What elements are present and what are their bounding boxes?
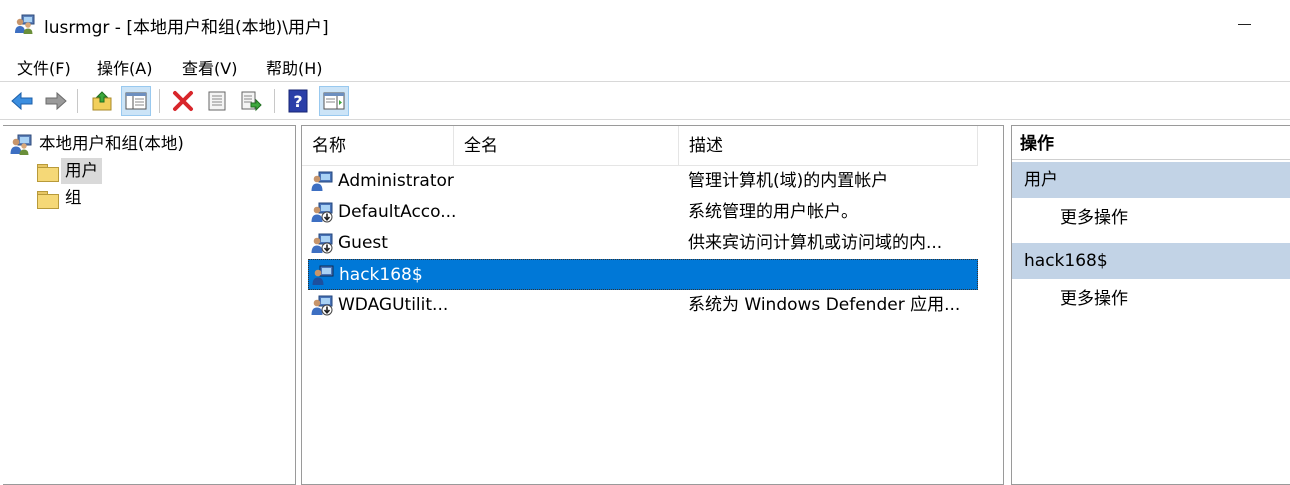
folder-icon [37, 189, 59, 209]
delete-icon [173, 91, 193, 111]
delete-button[interactable] [168, 86, 198, 116]
column-name[interactable]: 名称 [302, 126, 454, 166]
user-description: 系统管理的用户帐户。 [688, 202, 858, 222]
menu-help[interactable]: 帮助(H) [262, 55, 327, 79]
menu-view[interactable]: 查看(V) [178, 55, 241, 79]
show-hide-action-pane-button[interactable] [319, 86, 349, 116]
tree-root[interactable]: 本地用户和组(本地) [9, 131, 188, 157]
disabled-user-icon [311, 233, 333, 254]
table-row[interactable]: Administrator 管理计算机(域)的内置帐户 [308, 166, 978, 197]
forward-button[interactable] [41, 86, 71, 116]
user-name: WDAGUtilit... [338, 295, 449, 315]
tree-item-users[interactable]: 用户 [37, 158, 102, 184]
user-description: 系统为 Windows Defender 应用... [688, 295, 961, 315]
back-arrow-icon [11, 91, 33, 111]
user-description: 管理计算机(域)的内置帐户 [688, 171, 889, 191]
user-name: DefaultAcco... [338, 202, 457, 222]
export-list-icon [241, 91, 262, 112]
user-name: Administrator [338, 171, 454, 191]
forward-arrow-icon [45, 91, 67, 111]
export-list-button[interactable] [236, 86, 266, 116]
toolbar-divider [274, 89, 275, 113]
tree-item-label: 用户 [61, 158, 102, 184]
title-bar: lusrmgr - [本地用户和组(本地)\用户] [0, 0, 1290, 50]
toolbar: ? [0, 83, 1290, 119]
tree-root-label: 本地用户和组(本地) [39, 134, 184, 153]
toolbar-divider [159, 89, 160, 113]
actions-pane: 操作 用户 更多操作 hack168$ 更多操作 [1011, 125, 1290, 485]
up-folder-icon [92, 91, 112, 111]
folder-icon [37, 162, 59, 182]
user-description: 供来宾访问计算机或访问域的内... [688, 233, 943, 253]
users-computer-icon [10, 134, 32, 155]
user-icon [311, 171, 333, 191]
menu-action[interactable]: 操作(A) [93, 55, 156, 79]
toolbar-separator [0, 119, 1290, 120]
help-icon: ? [288, 89, 308, 113]
actions-section-users[interactable]: 用户 [1012, 162, 1290, 198]
actions-section-selected-user[interactable]: hack168$ [1012, 243, 1290, 279]
table-row[interactable]: WDAGUtilit... 系统为 Windows Defender 应用... [308, 290, 978, 321]
list-header: 名称 全名 描述 [302, 126, 978, 166]
user-name: hack168$ [339, 265, 423, 285]
disabled-user-icon [311, 295, 333, 316]
window-title: lusrmgr - [本地用户和组(本地)\用户] [44, 18, 329, 38]
minimize-button[interactable] [1222, 12, 1268, 38]
more-actions-link[interactable]: 更多操作 [1060, 284, 1128, 314]
user-name: Guest [338, 233, 388, 253]
tree-item-groups[interactable]: 组 [37, 185, 86, 211]
console-tree-pane: 本地用户和组(本地) 用户 组 [3, 125, 296, 485]
properties-icon [208, 91, 226, 111]
table-row-selected[interactable]: hack168$ [308, 259, 978, 290]
more-actions-link[interactable]: 更多操作 [1060, 203, 1128, 233]
column-description[interactable]: 描述 [679, 126, 978, 166]
svg-text:?: ? [293, 92, 302, 111]
up-one-level-button[interactable] [87, 86, 117, 116]
table-row[interactable]: Guest 供来宾访问计算机或访问域的内... [308, 228, 978, 259]
help-button[interactable]: ? [283, 86, 313, 116]
tree-item-label: 组 [65, 188, 82, 207]
show-hide-tree-icon [125, 92, 147, 110]
user-list-pane: 名称 全名 描述 Administrator 管理计算机(域)的内置帐户 Def… [301, 125, 1004, 485]
properties-button[interactable] [202, 86, 232, 116]
menu-file[interactable]: 文件(F) [13, 55, 75, 79]
disabled-user-icon [311, 202, 333, 223]
menu-bar: 文件(F) 操作(A) 查看(V) 帮助(H) [0, 50, 1290, 82]
show-hide-tree-button[interactable] [121, 86, 151, 116]
actions-pane-title: 操作 [1012, 126, 1290, 160]
show-hide-action-pane-icon [323, 92, 345, 110]
table-row[interactable]: DefaultAcco... 系统管理的用户帐户。 [308, 197, 978, 228]
back-button[interactable] [7, 86, 37, 116]
user-icon [312, 265, 334, 285]
users-computer-icon [14, 13, 36, 35]
toolbar-divider [77, 89, 78, 113]
menu-separator [0, 81, 1290, 82]
column-fullname[interactable]: 全名 [454, 126, 679, 166]
